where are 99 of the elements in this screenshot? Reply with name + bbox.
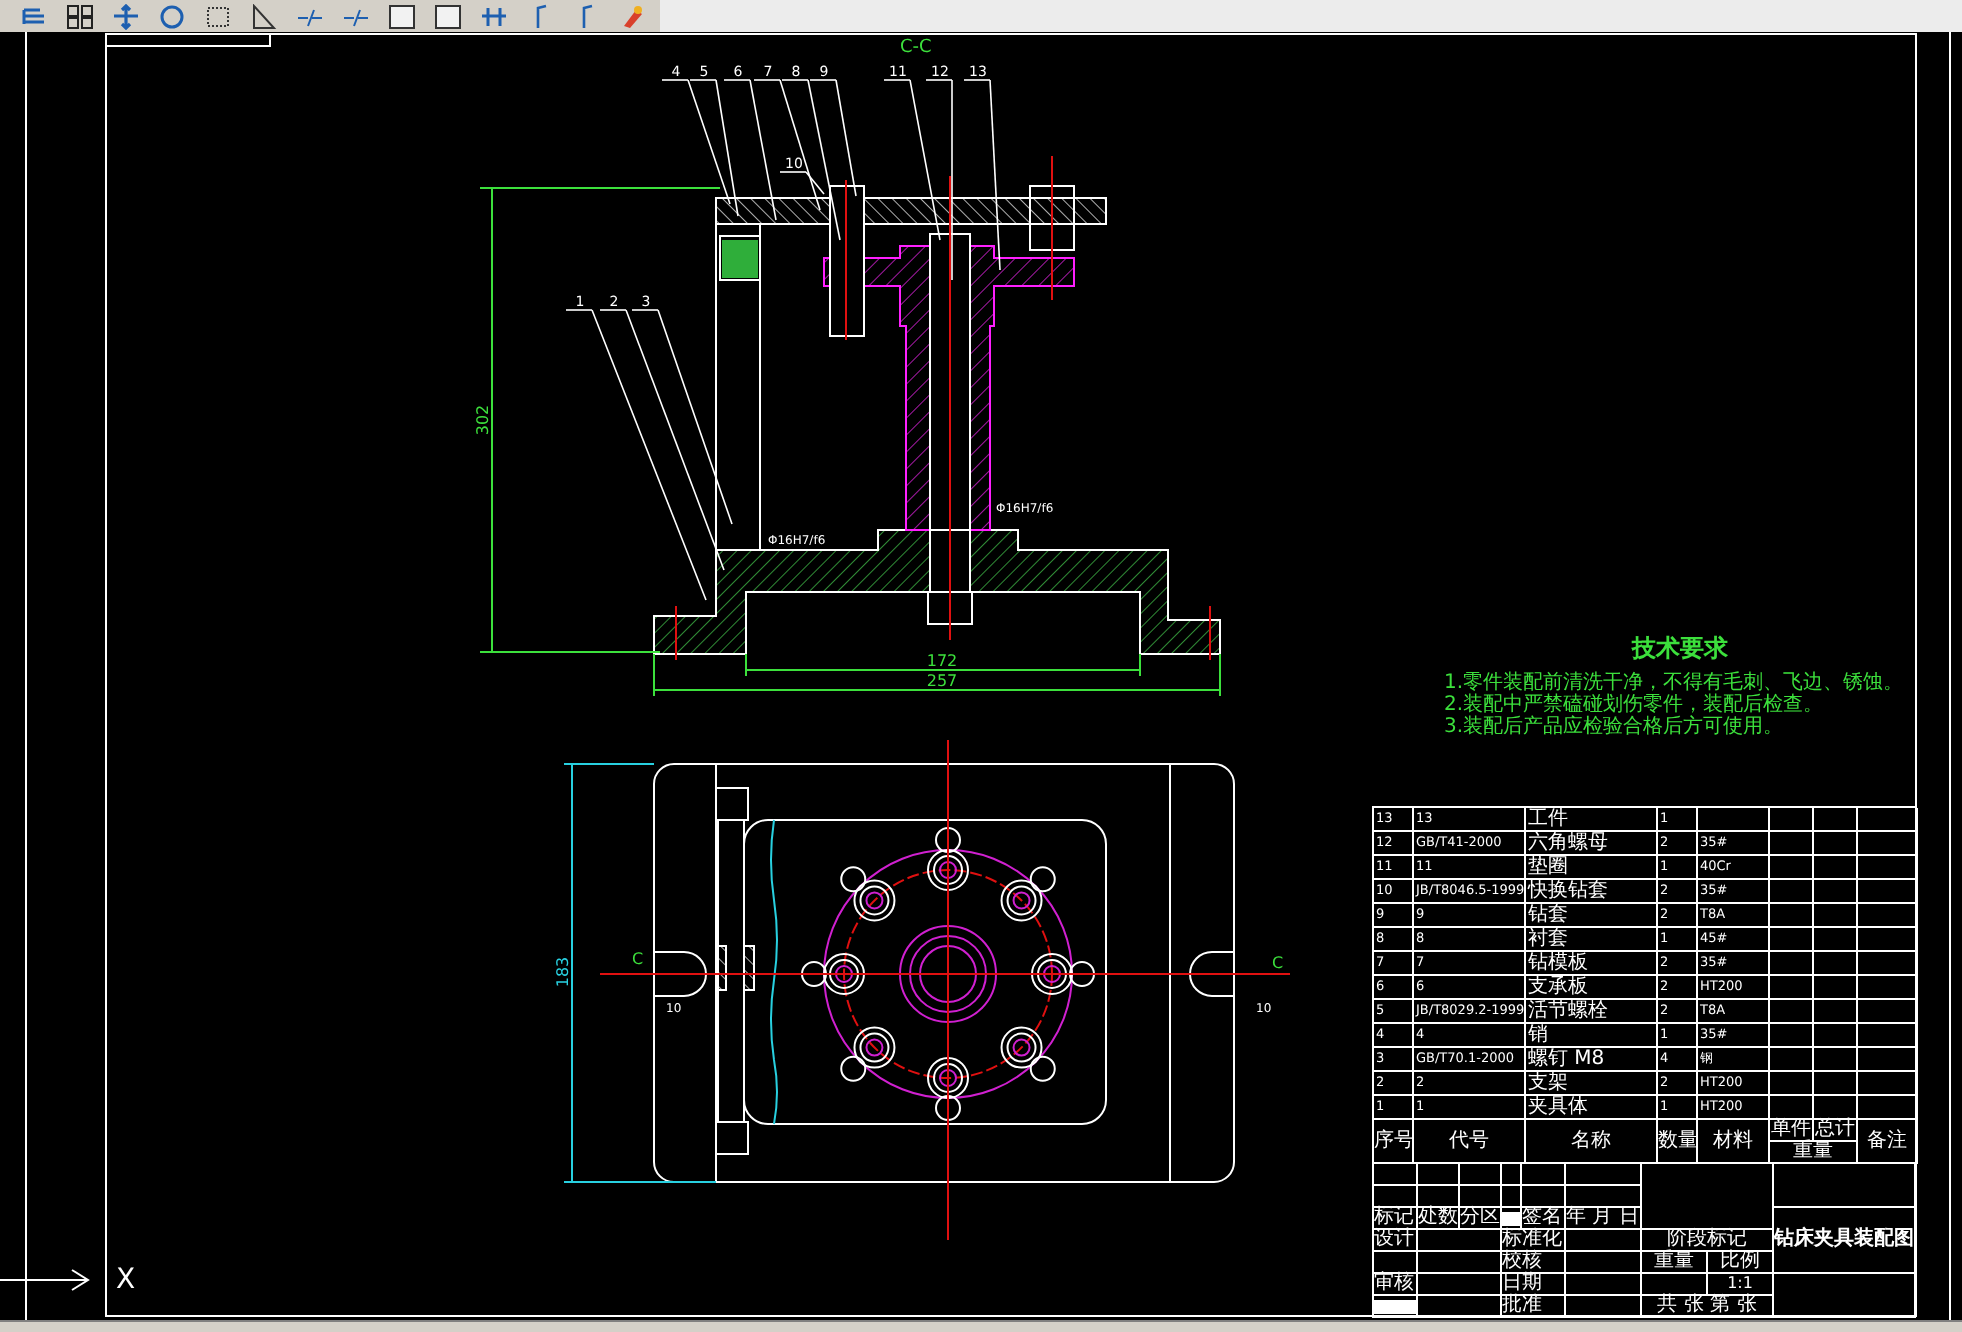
table-cell <box>1502 1164 1522 1186</box>
table-cell <box>1814 928 1858 952</box>
table-cell <box>1814 952 1858 976</box>
technical-requirements-title: 技术要求 <box>1629 632 1730 666</box>
slot-drawing <box>653 951 707 997</box>
table-cell <box>1770 1072 1814 1096</box>
base-nut-drawing <box>927 591 973 625</box>
table-cell <box>1522 1186 1566 1208</box>
table-cell <box>1814 856 1858 880</box>
label-block <box>1502 1211 1520 1225</box>
table-cell: 钻模板 <box>1526 952 1658 976</box>
bolt-head-drawing <box>801 953 865 995</box>
table-cell <box>1770 928 1814 952</box>
column-header: 备注 <box>1858 1120 1918 1164</box>
table-cell <box>1814 904 1858 928</box>
table-cell <box>1770 1048 1814 1072</box>
table-cell <box>1770 976 1814 1000</box>
table-cell <box>1566 1230 1642 1252</box>
table-cell: 工件 <box>1526 808 1658 832</box>
table-cell <box>1770 880 1814 904</box>
rectangle-icon[interactable] <box>434 3 462 29</box>
bolt-head-drawing <box>840 1026 896 1082</box>
table-cell: 活节螺栓 <box>1526 1000 1658 1024</box>
title-block-label: 签名 <box>1522 1208 1566 1230</box>
column-header: 数量 <box>1658 1120 1698 1164</box>
cross-icon[interactable] <box>480 3 508 29</box>
table-cell <box>1814 1072 1858 1096</box>
table-cell <box>1642 1274 1708 1296</box>
move-arrows-icon[interactable] <box>112 3 140 29</box>
table-cell <box>1814 1024 1858 1048</box>
dimension-label: 183 <box>554 956 572 988</box>
bolt-head-drawing <box>927 827 969 891</box>
table-cell <box>1418 1274 1502 1296</box>
table-cell <box>1418 1164 1460 1186</box>
section-title: C-C <box>900 38 932 58</box>
section-mark-label: C <box>1272 954 1284 972</box>
dimension-label: 257 <box>926 672 958 690</box>
table-cell <box>1418 1252 1502 1274</box>
title-block-label: 1:1 <box>1708 1274 1774 1296</box>
table-cell <box>1770 904 1814 928</box>
slot-drawing <box>1189 951 1235 997</box>
table-cell <box>1814 1000 1858 1024</box>
table-cell <box>1566 1252 1642 1274</box>
triangle-icon[interactable] <box>250 3 278 29</box>
dimension-label: 302 <box>474 404 492 436</box>
table-cell: 六角螺母 <box>1526 832 1658 856</box>
table-cell: 支承板 <box>1526 976 1658 1000</box>
table-cell <box>1460 1186 1502 1208</box>
square-icon[interactable] <box>204 3 232 29</box>
bolt-head-drawing <box>1031 953 1095 995</box>
axis-label: X <box>116 1266 136 1294</box>
table-cell: 快换钻套 <box>1526 880 1658 904</box>
table-cell <box>1566 1164 1642 1186</box>
requirement-text: 1.零件装配前清洗干净，不得有毛刺、飞边、锈蚀。 <box>1444 672 1906 694</box>
column-header: 材料 <box>1698 1120 1770 1164</box>
table-cell <box>1814 976 1858 1000</box>
drawing-title: 钻床夹具装配图 <box>1774 1208 1916 1274</box>
table-cell <box>1522 1164 1566 1186</box>
table-cell: 螺钉 M8 <box>1526 1048 1658 1072</box>
bolt-head-drawing <box>840 866 896 922</box>
table-cell: 支架 <box>1526 1072 1658 1096</box>
circle-icon[interactable] <box>158 3 186 29</box>
table-cell <box>1770 1096 1814 1120</box>
column-header: 代号 <box>1414 1120 1526 1164</box>
table-cell <box>1770 832 1814 856</box>
table-cell: 垫圈 <box>1526 856 1658 880</box>
brush-icon[interactable] <box>618 3 646 29</box>
table-cell: 销 <box>1526 1024 1658 1048</box>
section-fill-drawing <box>722 240 758 278</box>
table-cell <box>1770 856 1814 880</box>
table-cell <box>1770 1000 1814 1024</box>
table-cell <box>1418 1186 1460 1208</box>
rectangle-icon[interactable] <box>388 3 416 29</box>
bolt-head-drawing <box>1000 1026 1056 1082</box>
table-cell <box>1566 1274 1642 1296</box>
table-cell <box>1814 832 1858 856</box>
table-cell <box>1460 1164 1502 1186</box>
center-bore-drawing <box>899 925 997 1023</box>
section-mark-label: C <box>632 950 644 968</box>
table-cell <box>1770 952 1814 976</box>
table-cell <box>1814 1048 1858 1072</box>
leader-line <box>689 79 739 217</box>
table-cell <box>1814 880 1858 904</box>
bolt-head-drawing <box>927 1057 969 1121</box>
requirement-text: 2.装配中严禁磕碰划伤零件，装配后检查。 <box>1444 694 1826 716</box>
table-cell <box>1770 1024 1814 1048</box>
table-cell: 夹具体 <box>1526 1096 1658 1120</box>
bolt-head-drawing <box>1000 866 1056 922</box>
dimension-label: 172 <box>926 652 958 670</box>
grid-icon[interactable] <box>66 3 94 29</box>
table-cell: 衬套 <box>1526 928 1658 952</box>
table-cell <box>1566 1186 1642 1208</box>
table-cell: 钻套 <box>1526 904 1658 928</box>
column-header: 名称 <box>1526 1120 1658 1164</box>
column-header: 序号 <box>1374 1120 1414 1164</box>
layers-icon[interactable] <box>20 3 48 29</box>
table-cell <box>1418 1230 1502 1252</box>
requirement-text: 3.装配后产品应检验合格后方可使用。 <box>1444 716 1786 738</box>
leader-line <box>661 79 731 205</box>
